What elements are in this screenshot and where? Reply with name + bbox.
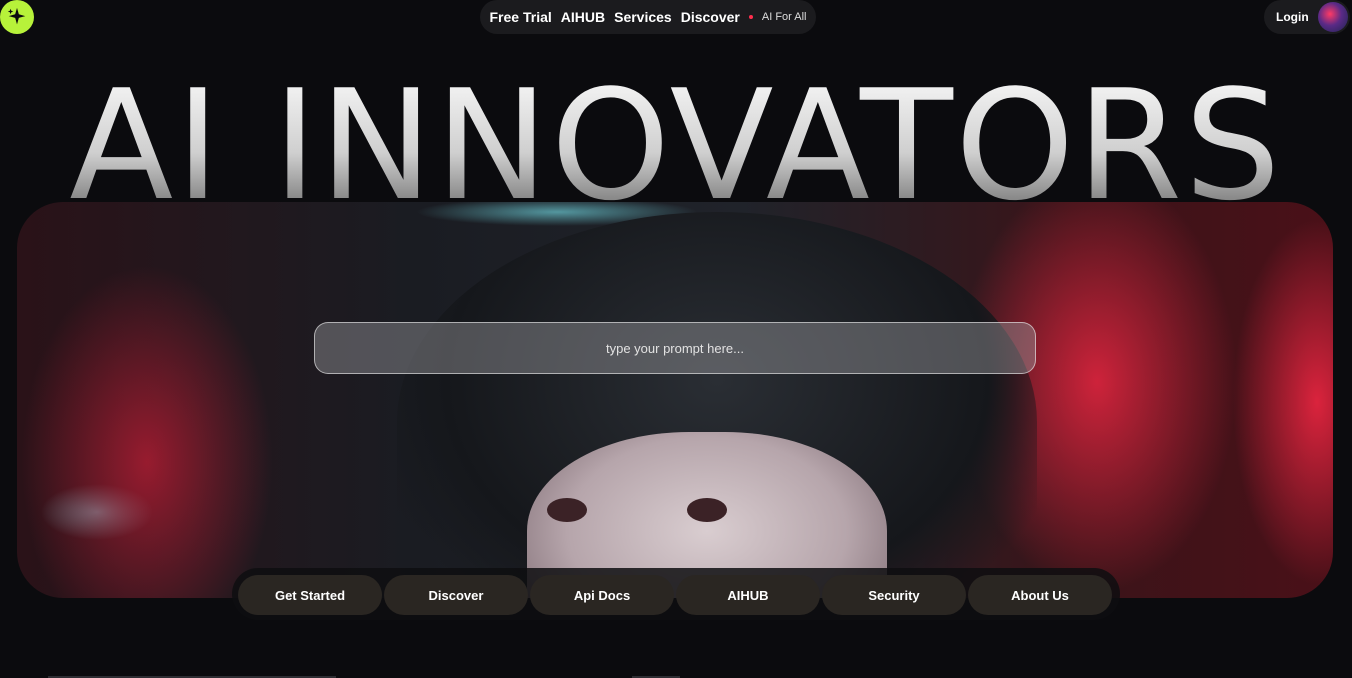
hero-title: AI INNOVATORS (0, 70, 1352, 222)
tab-api-docs[interactable]: Api Docs (530, 575, 674, 615)
nav-aihub[interactable]: AIHUB (561, 9, 605, 25)
prompt-input[interactable] (314, 322, 1036, 374)
logo-button[interactable] (0, 0, 34, 34)
login-button[interactable]: Login (1276, 10, 1309, 24)
top-nav: Free Trial AIHUB Services Discover AI Fo… (480, 0, 816, 34)
tab-get-started[interactable]: Get Started (238, 575, 382, 615)
separator-dot (748, 15, 753, 19)
avatar[interactable] (1318, 2, 1348, 32)
nav-discover[interactable]: Discover (681, 9, 740, 25)
account-pill: Login (1264, 0, 1350, 34)
nav-tagline: AI For All (761, 11, 807, 23)
sparkle-icon (7, 7, 26, 25)
tab-discover[interactable]: Discover (384, 575, 528, 615)
hero-image (17, 202, 1333, 598)
tab-security[interactable]: Security (822, 575, 966, 615)
hero-figure-eye-right (687, 498, 727, 522)
tab-aihub[interactable]: AIHUB (676, 575, 820, 615)
hero-figure-eye-left (547, 498, 587, 522)
nav-services[interactable]: Services (614, 9, 672, 25)
nav-free-trial[interactable]: Free Trial (490, 9, 552, 25)
tab-about-us[interactable]: About Us (968, 575, 1112, 615)
